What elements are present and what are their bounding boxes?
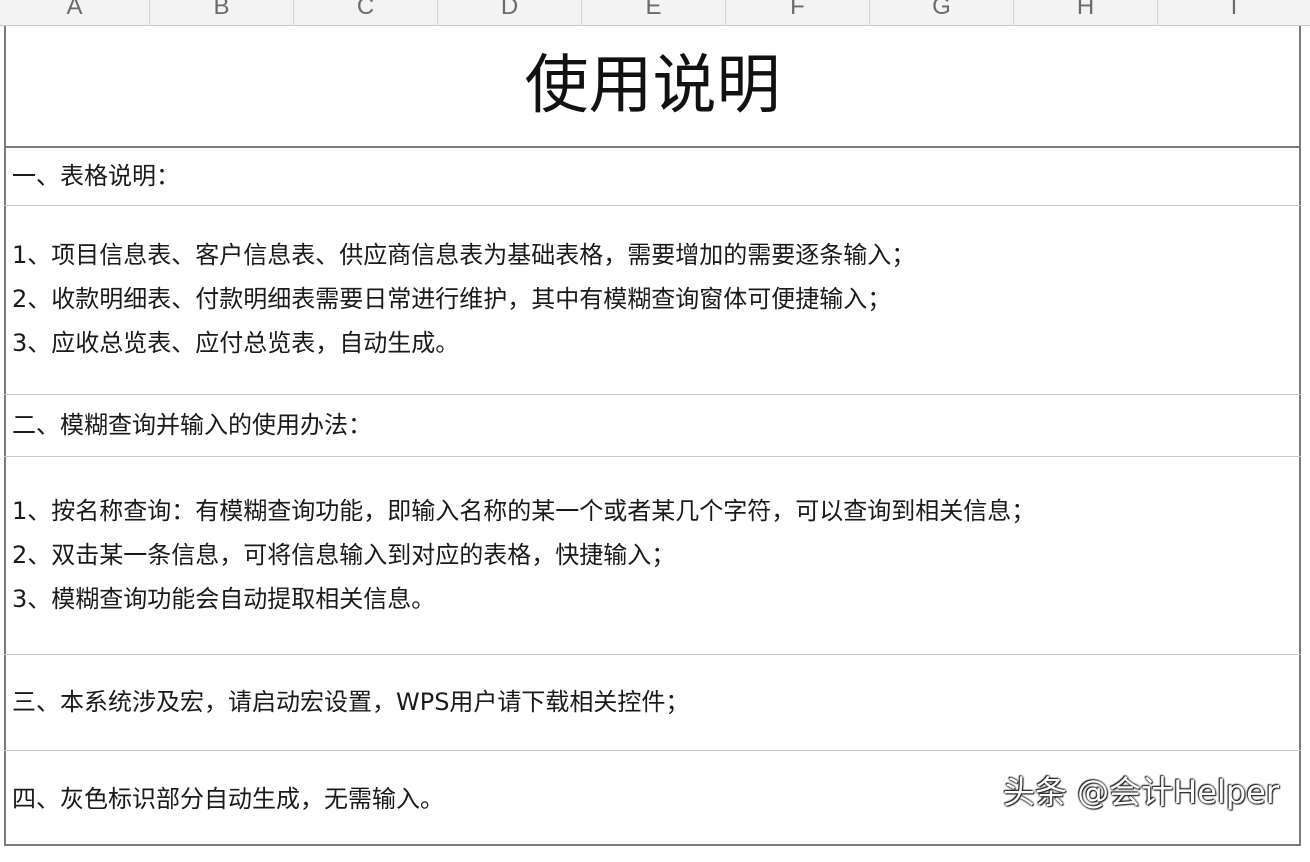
column-header-a[interactable]: A	[0, 0, 150, 26]
section-2-item-3[interactable]: 3、模糊查询功能会自动提取相关信息。	[12, 584, 435, 614]
section-2-item-2[interactable]: 2、双击某一条信息，可将信息输入到对应的表格，快捷输入；	[12, 540, 675, 570]
watermark-text: 头条 @会计Helper	[1003, 773, 1279, 811]
column-header-c[interactable]: C	[294, 0, 438, 26]
section-4-text[interactable]: 四、灰色标识部分自动生成，无需输入。	[12, 784, 444, 814]
row-divider	[4, 146, 1301, 148]
column-header-e[interactable]: E	[582, 0, 726, 26]
row-divider	[4, 456, 1301, 457]
section-1-item-2[interactable]: 2、收款明细表、付款明细表需要日常进行维护，其中有模糊查询窗体可便捷输入；	[12, 284, 891, 314]
column-header-d[interactable]: D	[438, 0, 582, 26]
row-divider	[4, 205, 1301, 206]
section-1-item-1[interactable]: 1、项目信息表、客户信息表、供应商信息表为基础表格，需要增加的需要逐条输入；	[12, 240, 915, 270]
section-1-item-3[interactable]: 3、应收总览表、应付总览表，自动生成。	[12, 328, 459, 358]
column-header-i[interactable]: I	[1158, 0, 1310, 26]
section-2-heading[interactable]: 二、模糊查询并输入的使用办法：	[12, 410, 372, 440]
column-header-h[interactable]: H	[1014, 0, 1158, 26]
section-1-heading[interactable]: 一、表格说明：	[12, 161, 180, 191]
column-header-f[interactable]: F	[726, 0, 870, 26]
section-2-item-1[interactable]: 1、按名称查询：有模糊查询功能，即输入名称的某一个或者某几个字符，可以查询到相关…	[12, 496, 1035, 526]
section-3-text[interactable]: 三、本系统涉及宏，请启动宏设置，WPS用户请下载相关控件；	[12, 687, 689, 717]
column-header-b[interactable]: B	[150, 0, 294, 26]
row-divider	[4, 654, 1301, 655]
spreadsheet-area: 使用说明 一、表格说明： 1、项目信息表、客户信息表、供应商信息表为基础表格，需…	[0, 26, 1310, 862]
column-header-bar: A B C D E F G H I	[0, 0, 1310, 26]
row-divider	[4, 394, 1301, 395]
row-divider	[4, 750, 1301, 751]
sheet-title-cell[interactable]: 使用说明	[4, 52, 1301, 120]
column-header-g[interactable]: G	[870, 0, 1014, 26]
